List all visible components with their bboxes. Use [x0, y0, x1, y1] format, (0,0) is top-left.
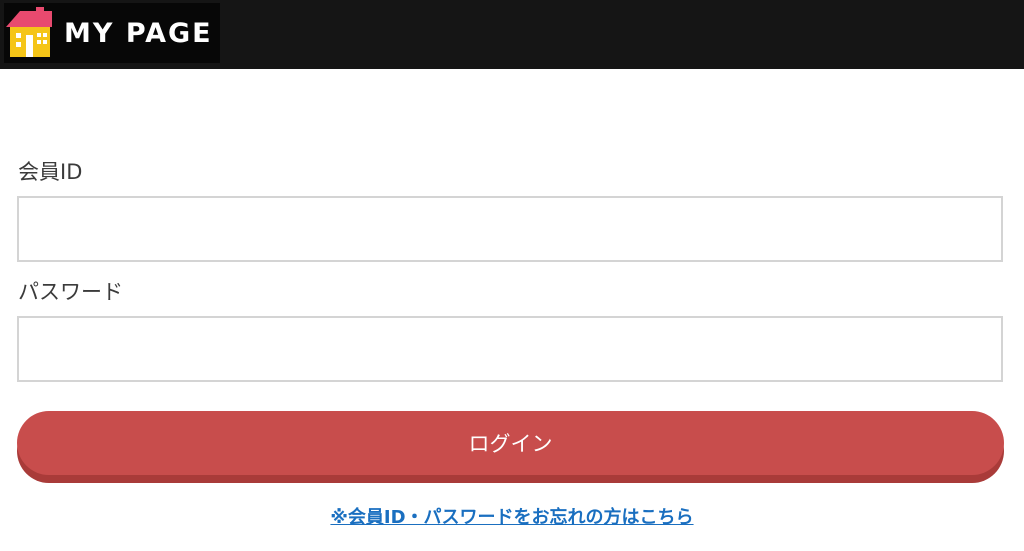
forgot-credentials-link[interactable]: ※会員ID・パスワードをお忘れの方はこちら	[0, 503, 1024, 529]
password-input[interactable]	[17, 316, 1003, 382]
password-label: パスワード	[18, 280, 123, 304]
login-button[interactable]: ログイン	[17, 411, 1004, 475]
member-id-input[interactable]	[17, 196, 1003, 262]
member-id-label: 会員ID	[18, 160, 83, 184]
house-icon	[6, 7, 52, 57]
logo-text: MY PAGE	[64, 17, 213, 49]
mypage-logo[interactable]: MY PAGE	[4, 3, 220, 63]
header-bar: MY PAGE	[0, 0, 1024, 69]
